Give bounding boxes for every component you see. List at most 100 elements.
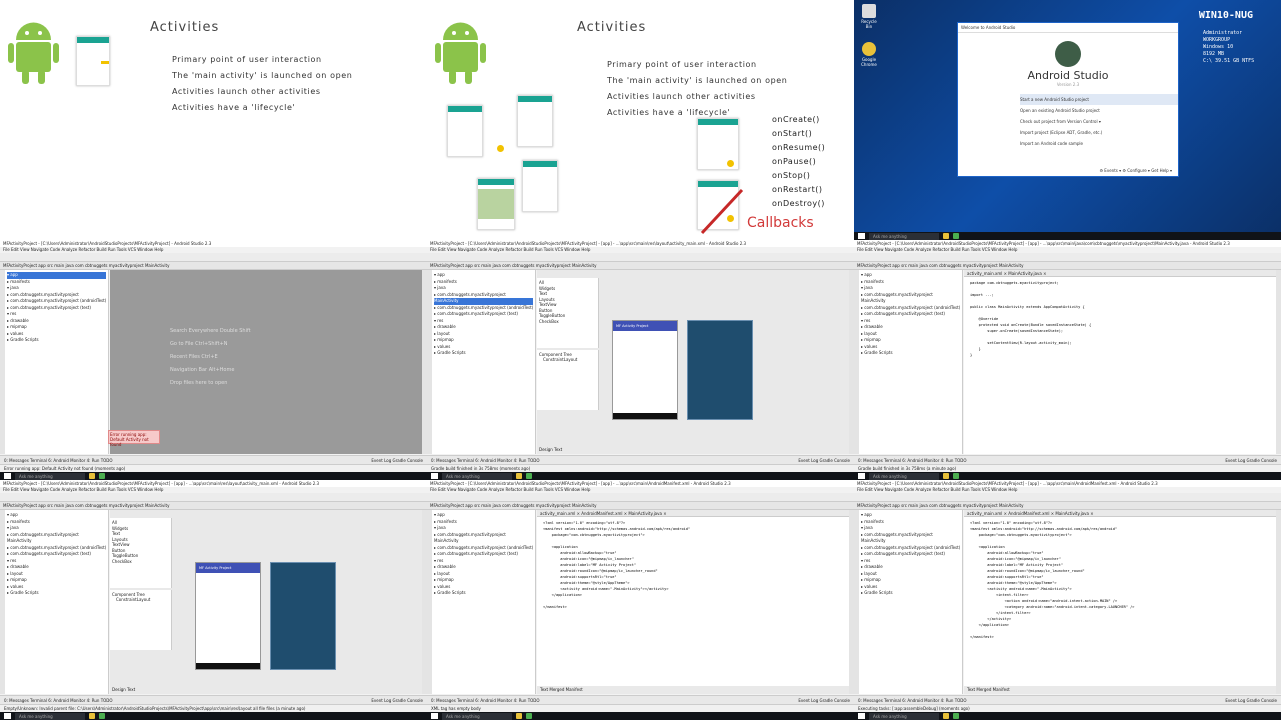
code-editor[interactable]: activity_main.xml × AndroidManifest.xml … bbox=[964, 510, 1276, 694]
windows-start-icon[interactable] bbox=[4, 473, 11, 479]
event-log[interactable]: Event Log Gradle Console bbox=[798, 698, 850, 703]
chrome-icon[interactable] bbox=[943, 473, 949, 479]
start-new-project-option[interactable]: Start a new Android Studio project bbox=[1020, 94, 1178, 105]
java-code[interactable]: package com.cbtnuggets.myactivityproject… bbox=[964, 277, 1276, 361]
import-project-option[interactable]: Import project (Eclipse ADT, Gradle, etc… bbox=[1020, 127, 1178, 138]
constraint-layout-node[interactable]: ConstraintLayout bbox=[116, 597, 169, 602]
open-project-option[interactable]: Open an existing Android Studio project bbox=[1020, 105, 1178, 116]
tool-tabs[interactable]: 0: Messages Terminal 6: Android Monitor … bbox=[431, 698, 540, 703]
recycle-bin-icon[interactable]: Recycle Bin bbox=[858, 4, 880, 29]
tool-tabs[interactable]: 0: Messages Terminal 6: Android Monitor … bbox=[4, 698, 113, 703]
design-text-tabs[interactable]: Design Text bbox=[537, 446, 599, 454]
sysinfo-line: Windows 10 bbox=[1203, 44, 1234, 50]
tree-node[interactable]: ▸ Gradle Scripts bbox=[861, 590, 960, 597]
empty-editor: Search Everywhere Double Shift Go to Fil… bbox=[110, 270, 422, 454]
search-box[interactable]: Ask me anything bbox=[869, 472, 939, 480]
windows-start-icon[interactable] bbox=[431, 713, 438, 719]
manifest-code[interactable]: <?xml version="1.0" encoding="utf-8"?> <… bbox=[537, 517, 849, 613]
windows-start-icon[interactable] bbox=[431, 473, 438, 479]
search-box[interactable]: Ask me anything bbox=[442, 472, 512, 480]
breadcrumb[interactable]: MFActivityProject app src main java com … bbox=[427, 502, 854, 510]
windows-start-icon[interactable] bbox=[4, 713, 11, 719]
chrome-icon[interactable] bbox=[516, 473, 522, 479]
android-studio-icon[interactable] bbox=[99, 713, 105, 719]
android-studio-icon[interactable] bbox=[526, 713, 532, 719]
event-log[interactable]: Event Log Gradle Console bbox=[371, 458, 423, 463]
callback-item: onRestart() bbox=[772, 185, 823, 194]
blueprint-preview[interactable] bbox=[270, 562, 336, 670]
chrome-icon[interactable] bbox=[943, 233, 949, 239]
windows-start-icon[interactable] bbox=[858, 713, 865, 719]
import-sample-option[interactable]: Import an Android code sample bbox=[1020, 138, 1178, 149]
design-text-tabs[interactable]: Design Text bbox=[110, 686, 172, 694]
search-box[interactable]: Ask me anything bbox=[869, 712, 939, 720]
breadcrumb[interactable]: MFActivityProject app src main java com … bbox=[854, 262, 1281, 270]
chrome-icon[interactable] bbox=[516, 713, 522, 719]
event-log[interactable]: Event Log Gradle Console bbox=[371, 698, 423, 703]
chrome-icon[interactable] bbox=[943, 713, 949, 719]
error-popup[interactable]: Error running app: Default Activity not … bbox=[108, 430, 160, 447]
vcs-checkout-option[interactable]: Check out project from Version Control ▾ bbox=[1020, 116, 1178, 127]
search-box[interactable]: Ask me anything bbox=[442, 712, 512, 720]
tool-tabs[interactable]: 0: Messages Terminal 6: Android Monitor … bbox=[431, 458, 540, 463]
code-editor[interactable]: activity_main.xml × AndroidManifest.xml … bbox=[537, 510, 849, 694]
breadcrumb[interactable]: MFActivityProject app src main java com … bbox=[0, 262, 427, 270]
chrome-icon[interactable] bbox=[89, 713, 95, 719]
search-box[interactable]: Ask me anything bbox=[15, 472, 85, 480]
windows-start-icon[interactable] bbox=[858, 473, 865, 479]
constraint-layout-node[interactable]: ConstraintLayout bbox=[543, 357, 596, 362]
bullet: Primary point of user interaction bbox=[172, 55, 322, 64]
event-log[interactable]: Event Log Gradle Console bbox=[798, 458, 850, 463]
nav-bar bbox=[196, 663, 260, 669]
code-editor[interactable]: activity_main.xml × MainActivity.java × … bbox=[964, 270, 1276, 454]
breadcrumb[interactable]: MFActivityProject app src main java com … bbox=[427, 262, 854, 270]
tree-node[interactable]: ▸ Gradle Scripts bbox=[434, 590, 533, 597]
blueprint-preview[interactable] bbox=[687, 320, 753, 420]
windows-start-icon[interactable] bbox=[858, 233, 865, 239]
editor-tabs[interactable]: activity_main.xml × MainActivity.java × bbox=[964, 270, 1276, 277]
editor-tabs[interactable]: activity_main.xml × AndroidManifest.xml … bbox=[537, 510, 849, 517]
chrome-icon[interactable] bbox=[89, 473, 95, 479]
breadcrumb[interactable]: MFActivityProject app src main java com … bbox=[854, 502, 1281, 510]
taskbar: Ask me anything bbox=[427, 712, 854, 720]
tool-tabs[interactable]: 0: Messages Terminal 6: Android Monitor … bbox=[4, 458, 113, 463]
app-name: Android Studio bbox=[1027, 69, 1109, 82]
search-box[interactable]: Ask me anything bbox=[869, 232, 939, 240]
tool-tabs[interactable]: 0: Messages Terminal 6: Android Monitor … bbox=[858, 698, 967, 703]
android-studio-icon[interactable] bbox=[953, 473, 959, 479]
manifest-code[interactable]: <?xml version="1.0" encoding="utf-8"?> <… bbox=[964, 517, 1276, 643]
hint-text: Search Everywhere Double Shift bbox=[170, 328, 251, 334]
palette-widget[interactable]: CheckBox bbox=[539, 319, 596, 325]
search-box[interactable]: Ask me anything bbox=[15, 712, 85, 720]
android-studio-icon[interactable] bbox=[953, 713, 959, 719]
android-studio-icon[interactable] bbox=[953, 233, 959, 239]
tree-node[interactable]: ▸ com.cbtnuggets.myactivityproject (andr… bbox=[7, 298, 106, 305]
breadcrumb[interactable]: MFActivityProject app src main java com … bbox=[0, 502, 427, 510]
palette-widget[interactable]: CheckBox bbox=[112, 559, 169, 565]
hint-text: Recent Files Ctrl+E bbox=[170, 354, 218, 360]
phone-sketch bbox=[517, 95, 553, 147]
tree-node[interactable]: ▸ Gradle Scripts bbox=[7, 337, 106, 344]
bullet: Primary point of user interaction bbox=[607, 60, 757, 69]
event-log[interactable]: Event Log Gradle Console bbox=[1225, 458, 1277, 463]
design-preview[interactable]: MF Activity Project bbox=[612, 320, 678, 420]
bottom-tool-tabs: 0: Messages Terminal 6: Android Monitor … bbox=[854, 455, 1281, 464]
palette-panel: All Widgets Text Layouts TextView Button… bbox=[110, 518, 172, 588]
bottom-tool-tabs: 0: Messages Terminal 6: Android Monitor … bbox=[0, 455, 427, 464]
design-preview[interactable]: MF Activity Project bbox=[195, 562, 261, 670]
tool-tabs[interactable]: 0: Messages Terminal 6: Android Monitor … bbox=[858, 458, 967, 463]
text-merged-tabs[interactable]: Text Merged Manifest bbox=[964, 686, 1276, 694]
editor-tabs[interactable]: activity_main.xml × AndroidManifest.xml … bbox=[964, 510, 1276, 517]
text-merged-tabs[interactable]: Text Merged Manifest bbox=[537, 686, 849, 694]
tree-node[interactable]: ▸ Gradle Scripts bbox=[861, 350, 960, 357]
tree-node[interactable]: ▸ Gradle Scripts bbox=[434, 350, 533, 357]
hostname: WIN10-NUG bbox=[1198, 10, 1253, 21]
event-log[interactable]: Event Log Gradle Console bbox=[1225, 698, 1277, 703]
chrome-icon[interactable]: Google Chrome bbox=[858, 42, 880, 67]
window-title: MFActivityProject - [C:\Users\Administra… bbox=[854, 480, 1281, 487]
dialog-footer[interactable]: ⚙ Events ▾ ⚙ Configure ▾ Get Help ▾ bbox=[1099, 168, 1172, 173]
tree-node[interactable]: ▸ Gradle Scripts bbox=[7, 590, 106, 597]
android-studio-icon[interactable] bbox=[526, 473, 532, 479]
app-version: Version 2.3 bbox=[1056, 82, 1080, 87]
android-studio-icon[interactable] bbox=[99, 473, 105, 479]
